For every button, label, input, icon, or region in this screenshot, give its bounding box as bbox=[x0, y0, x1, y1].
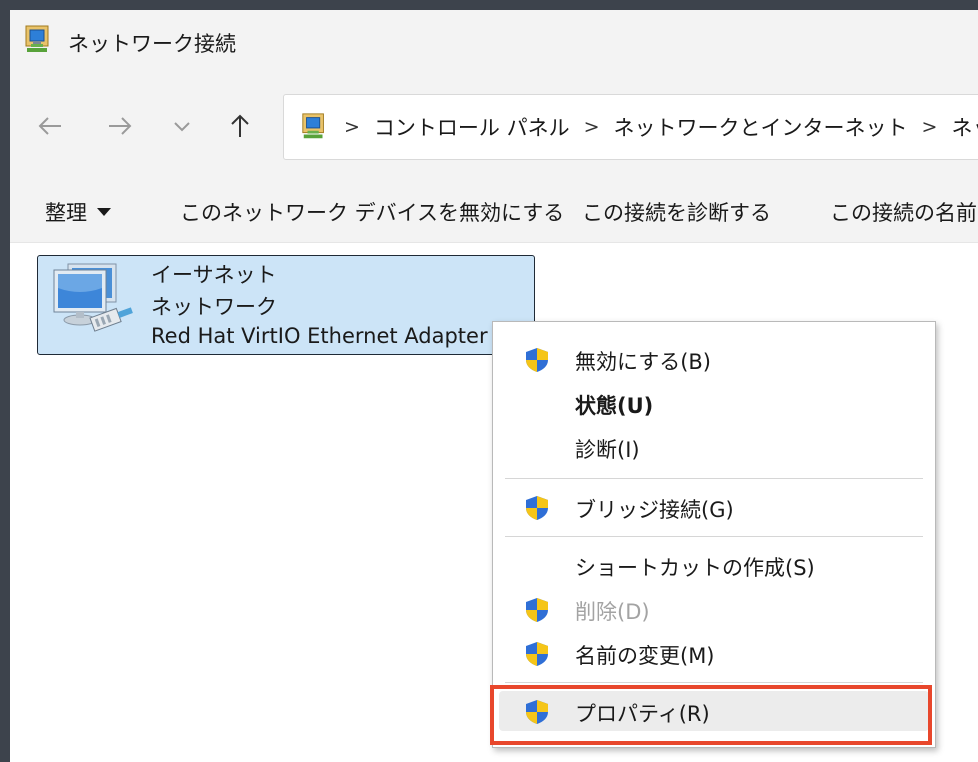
control-panel-icon bbox=[302, 113, 324, 139]
menu-item-label: 削除(D) bbox=[575, 600, 650, 624]
organize-menu-button[interactable]: 整理 bbox=[45, 197, 111, 227]
breadcrumb-network-internet[interactable]: ネットワークとインターネット bbox=[614, 112, 908, 142]
network-connections-icon bbox=[25, 25, 49, 52]
navigation-bar: > コントロール パネル > ネットワークとインターネット > ネットワーク bbox=[10, 72, 978, 182]
address-bar[interactable]: > コントロール パネル > ネットワークとインターネット > ネットワーク bbox=[283, 94, 978, 160]
organize-label: 整理 bbox=[45, 201, 87, 225]
chevron-down-icon bbox=[174, 122, 190, 132]
caret-down-icon bbox=[97, 208, 111, 216]
back-button[interactable] bbox=[30, 106, 70, 146]
arrow-left-icon bbox=[38, 117, 61, 135]
recent-locations-button[interactable] bbox=[162, 106, 202, 146]
menu-item-delete: 削除(D) bbox=[499, 589, 929, 629]
connection-name: イーサネット bbox=[151, 263, 277, 287]
command-bar: 整理 このネットワーク デバイスを無効にする この接続を診断する この接続の名前 bbox=[10, 182, 978, 243]
menu-item-label: 診断(I) bbox=[575, 438, 640, 462]
menu-item-diagnose[interactable]: 診断(I) bbox=[499, 427, 929, 467]
forward-button[interactable] bbox=[100, 106, 140, 146]
connection-status: ネットワーク bbox=[151, 295, 277, 319]
uac-shield-icon bbox=[526, 598, 548, 622]
menu-item-bridge[interactable]: ブリッジ接続(G) bbox=[499, 487, 929, 527]
menu-item-label: ショートカットの作成(S) bbox=[575, 556, 815, 580]
breadcrumb-control-panel[interactable]: コントロール パネル bbox=[374, 112, 570, 142]
menu-item-label: ブリッジ接続(G) bbox=[575, 498, 734, 522]
menu-separator bbox=[505, 536, 923, 537]
arrow-up-icon bbox=[231, 114, 249, 137]
menu-item-disable[interactable]: 無効にする(B) bbox=[499, 339, 929, 379]
menu-item-label: 状態(U) bbox=[575, 394, 654, 418]
breadcrumb-separator: > bbox=[344, 116, 360, 138]
menu-item-label: 名前の変更(M) bbox=[575, 644, 715, 668]
menu-item-label: プロパティ(R) bbox=[575, 702, 710, 726]
menu-separator bbox=[505, 682, 923, 683]
ethernet-connection-item[interactable]: イーサネット ネットワーク Red Hat VirtIO Ethernet Ad… bbox=[37, 255, 535, 355]
arrow-right-icon bbox=[109, 117, 132, 135]
uac-shield-icon bbox=[526, 496, 548, 520]
uac-shield-icon bbox=[526, 700, 548, 724]
menu-item-status[interactable]: 状態(U) bbox=[499, 383, 929, 423]
menu-item-label: 無効にする(B) bbox=[575, 350, 712, 374]
network-adapter-icon bbox=[53, 263, 133, 332]
window-title: ネットワーク接続 bbox=[68, 32, 236, 56]
menu-item-create-shortcut[interactable]: ショートカットの作成(S) bbox=[499, 545, 929, 585]
connection-adapter: Red Hat VirtIO Ethernet Adapter bbox=[151, 324, 488, 348]
rename-button[interactable]: この接続の名前 bbox=[830, 197, 977, 227]
breadcrumb-separator: > bbox=[921, 116, 938, 138]
menu-item-properties[interactable]: プロパティ(R) bbox=[499, 691, 929, 731]
breadcrumb-separator: > bbox=[583, 116, 600, 138]
context-menu: 無効にする(B) 状態(U) 診断(I) ブリッジ接続(G) ショートカットの作… bbox=[492, 321, 936, 748]
title-bar: ネットワーク接続 bbox=[10, 10, 978, 72]
menu-separator bbox=[505, 478, 923, 479]
up-button[interactable] bbox=[220, 106, 260, 146]
diagnose-button[interactable]: この接続を診断する bbox=[582, 197, 771, 227]
uac-shield-icon bbox=[526, 642, 548, 666]
breadcrumb-network-connections[interactable]: ネットワーク bbox=[951, 112, 978, 142]
uac-shield-icon bbox=[526, 348, 548, 372]
menu-item-rename[interactable]: 名前の変更(M) bbox=[499, 633, 929, 673]
disable-device-button[interactable]: このネットワーク デバイスを無効にする bbox=[180, 197, 564, 227]
